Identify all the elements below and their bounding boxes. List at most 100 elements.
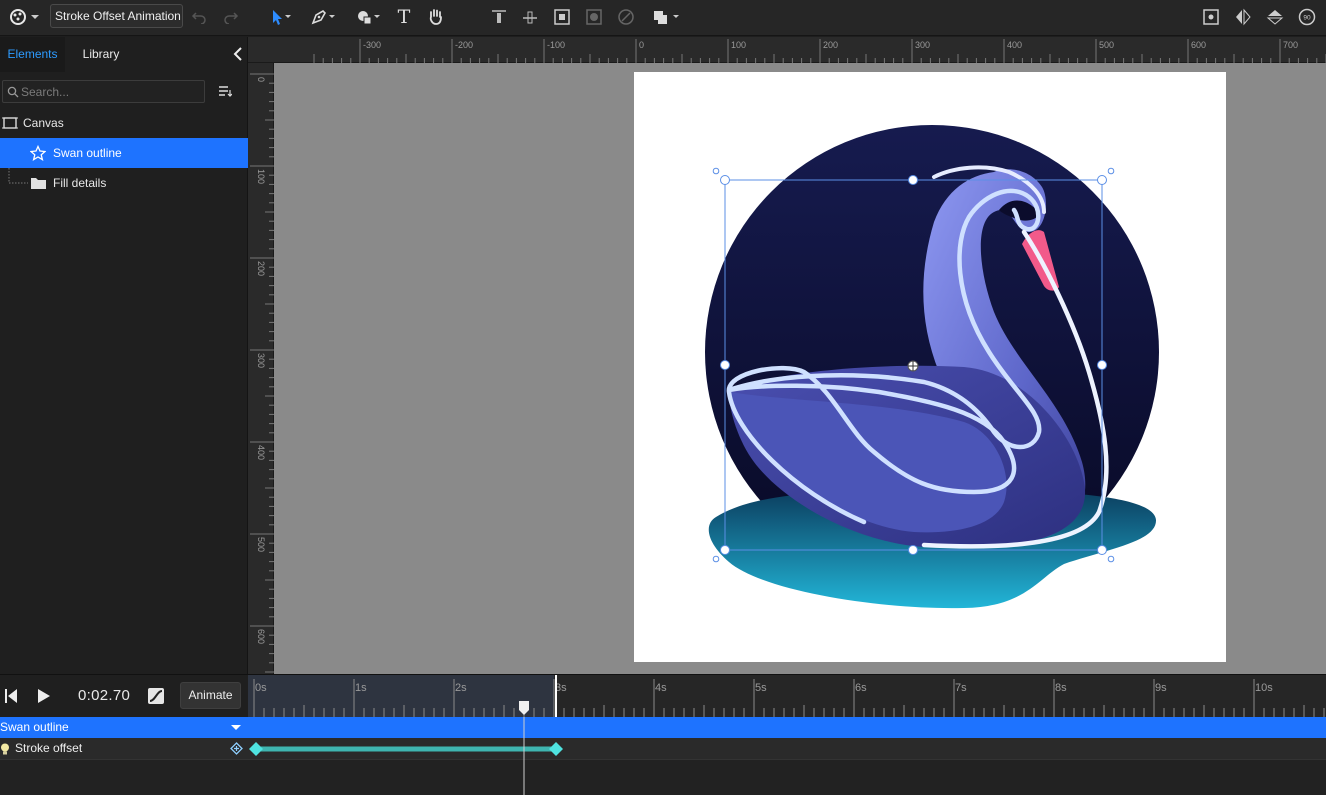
hand-icon (429, 9, 442, 25)
redo-icon (224, 12, 239, 24)
ruler-label: 100 (731, 40, 746, 50)
keyframe-diamond[interactable] (249, 742, 263, 756)
pen-nib-icon (311, 10, 335, 25)
svg-text:90: 90 (1303, 15, 1311, 22)
ruler-label: 500 (1099, 40, 1114, 50)
pointer-arrow-icon (273, 10, 291, 25)
time-label: 6s (855, 682, 867, 694)
pen-tool-button[interactable] (305, 4, 341, 30)
rotate-handle[interactable] (1107, 167, 1115, 175)
resize-handle[interactable] (908, 545, 918, 555)
ruler-label: 400 (256, 445, 266, 460)
chevron-left-icon (233, 47, 242, 61)
rotate-handle[interactable] (712, 555, 720, 563)
time-label: 0s (255, 682, 267, 694)
artboard[interactable] (634, 72, 1226, 662)
rotate-handle[interactable] (712, 167, 720, 175)
align-top-button[interactable] (488, 4, 510, 30)
add-keyframe-icon[interactable] (230, 742, 243, 755)
boolean-union-icon (654, 11, 679, 24)
flip-vertical-button[interactable] (1264, 4, 1286, 30)
collapse-panel-button[interactable] (232, 46, 244, 62)
align-middle-button[interactable] (519, 4, 541, 30)
time-label: 1s (355, 682, 367, 694)
fit-selection-button[interactable] (551, 4, 573, 30)
play-button[interactable] (37, 688, 51, 704)
search-input[interactable] (21, 84, 201, 100)
time-label: 10s (1255, 682, 1273, 694)
time-label: 8s (1055, 682, 1067, 694)
fit-canvas-icon (1203, 9, 1219, 25)
undo-button[interactable] (188, 4, 210, 30)
layer-label: Fill details (53, 176, 107, 190)
boolean-ops-button[interactable] (648, 4, 684, 30)
easing-curve-button[interactable] (147, 687, 165, 705)
layer-row-swan-outline[interactable]: Swan outline (0, 138, 248, 168)
track-label: Swan outline (0, 720, 69, 734)
ruler-label: 100 (256, 169, 266, 184)
mask-icon (618, 9, 634, 25)
frame-selection-icon (554, 9, 570, 25)
group-icon (586, 9, 602, 25)
resize-handle[interactable] (1097, 360, 1107, 370)
layer-search[interactable] (2, 80, 205, 103)
mask-button[interactable] (615, 4, 637, 30)
hand-tool-button[interactable] (426, 4, 446, 30)
flip-horizontal-button[interactable] (1232, 4, 1254, 30)
resize-handle[interactable] (908, 175, 918, 185)
layer-row-canvas[interactable]: Canvas (0, 108, 248, 138)
current-time-display[interactable]: 0:02.70 (78, 687, 130, 704)
ruler-label: 600 (1191, 40, 1206, 50)
go-to-start-button[interactable] (4, 688, 18, 704)
app-logo-icon (10, 9, 26, 25)
ruler-label: 0 (256, 77, 266, 82)
time-ruler[interactable]: 0s 1s 2s 3s 4s 5s 6s 7s 8s 9s 10s (248, 675, 1326, 717)
transport-controls: 0:02.70 Animate (0, 675, 248, 717)
rotate-90-icon: 90 (1298, 8, 1316, 26)
time-label: 5s (755, 682, 767, 694)
undo-icon (191, 12, 206, 24)
redo-button[interactable] (220, 4, 242, 30)
shape-tool-button[interactable] (350, 4, 386, 30)
resize-handle[interactable] (720, 175, 730, 185)
rotate-90-button[interactable]: 90 (1296, 4, 1318, 30)
swan-illustration[interactable] (634, 72, 1226, 662)
vertical-ruler-ticks: 0 100 200 300 400 500 600 (250, 73, 274, 673)
keyframe-diamond[interactable] (549, 742, 563, 756)
time-label: 9s (1155, 682, 1167, 694)
tree-connector (8, 168, 28, 184)
pivot-point-icon[interactable] (907, 360, 919, 372)
ruler-label: 600 (256, 629, 266, 644)
group-button[interactable] (583, 4, 605, 30)
tab-library[interactable]: Library (65, 37, 137, 72)
time-ruler-ticks: 0s 1s 2s 3s 4s 5s 6s 7s 8s 9s 10s (248, 675, 1325, 717)
chevron-down-icon[interactable] (231, 725, 241, 731)
fit-canvas-button[interactable] (1200, 4, 1222, 30)
text-tool-button[interactable]: T (394, 4, 414, 30)
sort-layers-button[interactable] (218, 85, 232, 97)
skip-to-start-icon (5, 689, 17, 703)
ruler-label: 0 (639, 40, 644, 50)
align-top-icon (492, 10, 506, 23)
tab-elements[interactable]: Elements (0, 37, 65, 72)
document-title-field[interactable]: Stroke Offset Animation (50, 4, 183, 28)
align-middle-icon (523, 11, 537, 24)
top-toolbar: Stroke Offset Animation T 90 (0, 0, 1326, 36)
resize-handle[interactable] (1097, 175, 1107, 185)
chevron-down-icon (31, 15, 39, 19)
canvas-workspace[interactable] (274, 63, 1326, 674)
app-menu-button[interactable] (4, 4, 44, 30)
ruler-label: -100 (547, 40, 565, 50)
flip-vertical-icon (1266, 10, 1284, 25)
layer-row-fill-details[interactable]: Fill details (0, 168, 248, 198)
rotate-handle[interactable] (1107, 555, 1115, 563)
select-tool-button[interactable] (262, 4, 298, 30)
resize-handle[interactable] (1097, 545, 1107, 555)
resize-handle[interactable] (720, 545, 730, 555)
time-label: 2s (455, 682, 467, 694)
ruler-label: 500 (256, 537, 266, 552)
play-icon (38, 689, 50, 703)
layer-label: Swan outline (53, 146, 122, 160)
resize-handle[interactable] (720, 360, 730, 370)
animate-button[interactable]: Animate (180, 682, 241, 709)
